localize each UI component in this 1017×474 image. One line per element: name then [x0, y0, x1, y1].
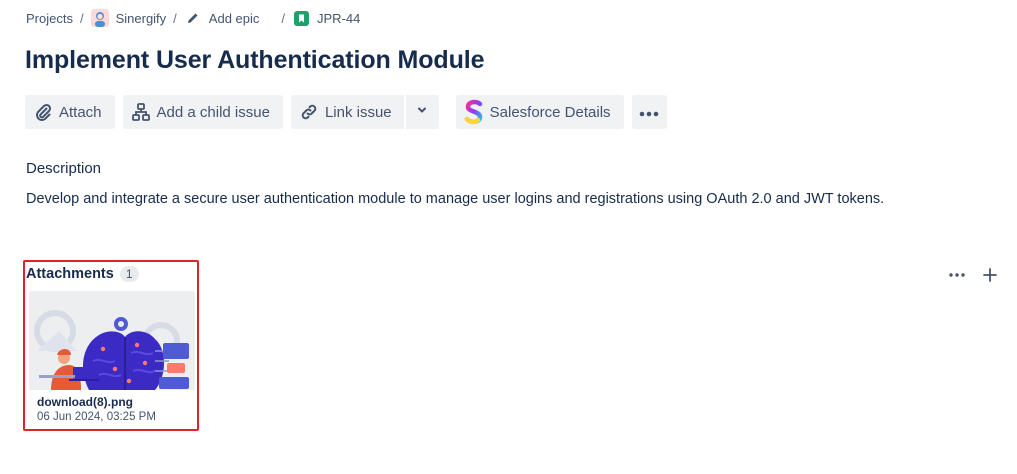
chevron-down-icon	[416, 103, 428, 121]
breadcrumb-issue-key[interactable]: JPR-44	[292, 9, 360, 27]
add-child-issue-label: Add a child issue	[156, 103, 270, 121]
attachment-thumbnail-image	[29, 291, 195, 390]
pencil-icon	[184, 9, 202, 27]
issue-title[interactable]: Implement User Authentication Module	[25, 46, 485, 75]
link-issue-split-button: Link issue	[290, 95, 439, 129]
issue-toolbar: Attach Add a child issue Link issue Sale…	[25, 95, 675, 129]
paperclip-icon	[33, 102, 53, 122]
story-icon	[292, 9, 310, 27]
link-icon	[299, 102, 319, 122]
breadcrumb-add-epic[interactable]: Add epic	[184, 9, 260, 27]
attachments-heading: Attachments	[26, 266, 114, 282]
more-actions-button[interactable]	[631, 95, 667, 129]
description-text[interactable]: Develop and integrate a secure user auth…	[26, 191, 884, 207]
breadcrumb-separator: /	[79, 10, 84, 26]
breadcrumb-project-label[interactable]: Sinergify	[116, 11, 167, 26]
breadcrumb: Projects / Sinergify / Add epic / JPR-44	[26, 8, 360, 28]
breadcrumb-add-epic-label[interactable]: Add epic	[209, 11, 260, 26]
link-issue-dropdown-button[interactable]	[403, 95, 439, 129]
more-horizontal-icon	[949, 273, 965, 277]
description-heading: Description	[26, 160, 102, 177]
attachment-file-name: download(8).png	[37, 395, 133, 409]
attach-button[interactable]: Attach	[25, 95, 115, 129]
attachments-header: Attachments 1	[26, 266, 139, 282]
attachment-upload-date: 06 Jun 2024, 03:25 PM	[37, 411, 156, 423]
attachment-card[interactable]: download(8).png 06 Jun 2024, 03:25 PM	[29, 291, 195, 425]
add-child-issue-button[interactable]: Add a child issue	[122, 95, 283, 129]
add-attachment-button[interactable]	[979, 264, 1001, 286]
link-issue-label: Link issue	[324, 103, 392, 121]
attach-button-label: Attach	[59, 103, 102, 121]
plus-icon	[983, 268, 997, 282]
attachments-actions	[935, 264, 1001, 286]
breadcrumb-projects-label[interactable]: Projects	[26, 11, 73, 26]
breadcrumb-projects[interactable]: Projects	[26, 11, 73, 26]
salesforce-details-button[interactable]: Salesforce Details	[455, 95, 624, 129]
breadcrumb-separator: /	[281, 10, 286, 26]
attachments-more-button[interactable]	[946, 264, 968, 286]
project-avatar-icon	[90, 9, 109, 27]
hierarchy-icon	[131, 102, 151, 122]
salesforce-details-label: Salesforce Details	[489, 103, 611, 121]
breadcrumb-issue-key-label[interactable]: JPR-44	[317, 11, 360, 26]
salesforce-logo-icon	[463, 99, 485, 125]
breadcrumb-separator: /	[173, 10, 177, 26]
attachment-meta: download(8).png 06 Jun 2024, 03:25 PM	[37, 395, 156, 423]
breadcrumb-project[interactable]: Sinergify	[90, 9, 167, 27]
link-issue-button[interactable]: Link issue	[290, 95, 404, 129]
attachments-count-badge: 1	[119, 266, 139, 282]
more-horizontal-icon	[639, 104, 659, 121]
